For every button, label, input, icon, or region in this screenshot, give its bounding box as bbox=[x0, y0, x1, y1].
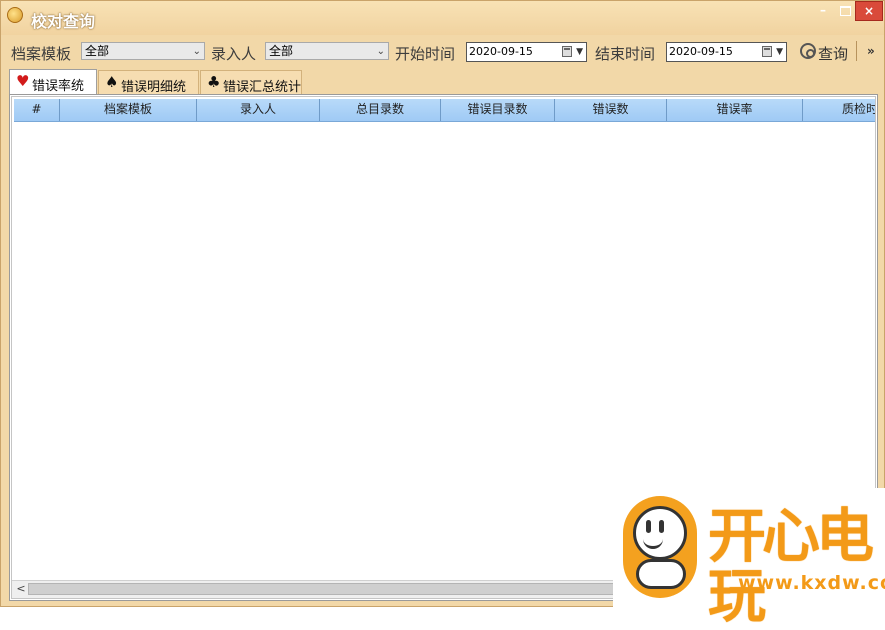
end-time-label: 结束时间 bbox=[595, 45, 656, 63]
column-header-total-directories[interactable]: 总目录数 bbox=[320, 99, 441, 121]
mascot-eye bbox=[659, 520, 664, 533]
start-date-value: 2020-09-15 bbox=[469, 45, 533, 58]
maximize-icon bbox=[839, 6, 851, 16]
entrant-select[interactable]: 全部 ⌄ bbox=[265, 42, 389, 60]
app-icon bbox=[7, 7, 23, 23]
start-date-picker[interactable]: 2020-09-15 ▼ bbox=[466, 42, 587, 62]
chevron-down-icon: ⌄ bbox=[376, 46, 385, 57]
entrant-label: 录入人 bbox=[211, 45, 257, 63]
query-button[interactable]: 查询 bbox=[798, 41, 853, 63]
column-header-entrant[interactable]: 录入人 bbox=[197, 99, 320, 121]
table-header: # 档案模板 录入人 总目录数 错误目录数 错误数 错误率 质检时 bbox=[14, 99, 875, 122]
mascot-eye bbox=[646, 520, 651, 533]
close-button[interactable]: × bbox=[855, 1, 883, 21]
watermark-brand: 开心电玩 bbox=[708, 502, 874, 630]
template-label: 档案模板 bbox=[11, 45, 72, 63]
tab-label: 错误汇总统计 bbox=[223, 80, 302, 95]
template-select-value: 全部 bbox=[85, 44, 110, 58]
dropdown-arrow-icon[interactable]: ▼ bbox=[776, 43, 783, 61]
column-header-qc-time[interactable]: 质检时 bbox=[803, 99, 875, 121]
chevron-down-icon: ⌄ bbox=[192, 46, 201, 57]
start-time-label: 开始时间 bbox=[395, 45, 456, 63]
calendar-icon[interactable] bbox=[762, 46, 772, 57]
dropdown-arrow-icon[interactable]: ▼ bbox=[576, 43, 583, 61]
heart-icon: ♥ bbox=[16, 72, 30, 90]
column-header-error-directories[interactable]: 错误目录数 bbox=[441, 99, 555, 121]
window-title: 校对查询 bbox=[31, 12, 96, 31]
end-date-picker[interactable]: 2020-09-15 ▼ bbox=[666, 42, 787, 62]
end-date-value: 2020-09-15 bbox=[669, 45, 733, 58]
search-icon bbox=[800, 43, 816, 59]
query-toolbar: 档案模板 全部 ⌄ 录入人 全部 ⌄ 开始时间 2020-09-15 ▼ 结束时… bbox=[1, 38, 884, 66]
query-window: 校对查询 – × 档案模板 全部 ⌄ 录入人 全部 ⌄ 开始时间 2020-09… bbox=[0, 0, 885, 626]
more-options-button[interactable]: » bbox=[867, 44, 875, 58]
club-icon: ♣ bbox=[207, 73, 221, 91]
entrant-select-value: 全部 bbox=[269, 44, 294, 58]
title-bar[interactable]: 校对查询 – × bbox=[1, 1, 884, 35]
watermark-url: www.kxdw.com bbox=[738, 572, 885, 594]
tab-error-detail[interactable]: ♠ 错误明细统计 bbox=[98, 70, 199, 114]
statistics-tabs: ♥ 错误率统计 ♠ 错误明细统计 ♣ 错误汇总统计 bbox=[1, 69, 884, 114]
toolbar-separator bbox=[856, 41, 857, 61]
query-button-label: 查询 bbox=[818, 45, 849, 63]
mascot-body bbox=[636, 559, 686, 589]
column-header-error-count[interactable]: 错误数 bbox=[555, 99, 667, 121]
mascot-head bbox=[633, 506, 687, 560]
calendar-icon[interactable] bbox=[562, 46, 572, 57]
tab-error-summary[interactable]: ♣ 错误汇总统计 bbox=[200, 70, 302, 95]
maximize-button[interactable] bbox=[835, 1, 855, 21]
minimize-button[interactable]: – bbox=[811, 1, 835, 21]
column-header-error-rate[interactable]: 错误率 bbox=[667, 99, 803, 121]
site-watermark: 开心电玩 www.kxdw.com bbox=[613, 488, 885, 626]
column-header-template[interactable]: 档案模板 bbox=[60, 99, 197, 121]
column-header-index[interactable]: # bbox=[14, 99, 60, 121]
spade-icon: ♠ bbox=[105, 73, 119, 91]
template-select[interactable]: 全部 ⌄ bbox=[81, 42, 205, 60]
scroll-left-icon[interactable]: < bbox=[14, 581, 28, 597]
tab-error-rate[interactable]: ♥ 错误率统计 bbox=[9, 69, 97, 113]
